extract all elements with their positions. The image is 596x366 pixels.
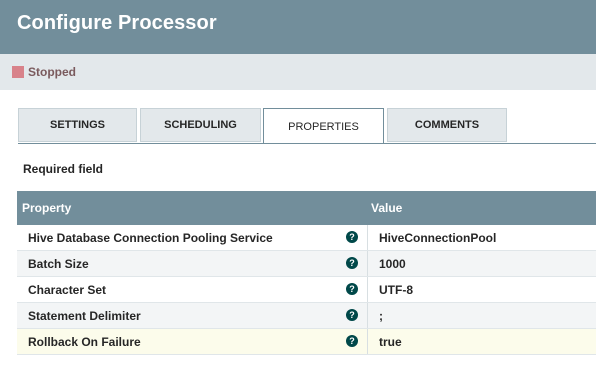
property-name: Rollback On Failure xyxy=(28,335,141,349)
column-divider xyxy=(367,225,368,250)
table-row[interactable]: Rollback On Failure ? true xyxy=(17,329,596,355)
required-field-label: Required field xyxy=(23,162,104,176)
column-divider xyxy=(367,303,368,328)
tab-settings[interactable]: SETTINGS xyxy=(18,108,137,142)
tab-comments[interactable]: COMMENTS xyxy=(387,108,507,142)
property-value[interactable]: ; xyxy=(379,309,383,323)
stopped-icon xyxy=(12,66,24,78)
property-name: Hive Database Connection Pooling Service xyxy=(28,231,273,245)
column-divider xyxy=(367,251,368,276)
table-row[interactable]: Batch Size ? 1000 xyxy=(17,251,596,277)
property-name: Character Set xyxy=(28,283,107,297)
help-icon[interactable]: ? xyxy=(346,335,358,347)
property-name: Statement Delimiter xyxy=(28,309,141,323)
help-icon[interactable]: ? xyxy=(346,283,358,295)
property-value[interactable]: HiveConnectionPool xyxy=(379,231,496,245)
column-header-value[interactable]: Value xyxy=(371,201,402,215)
help-icon[interactable]: ? xyxy=(346,309,358,321)
property-value[interactable]: true xyxy=(379,335,402,349)
properties-table: Property Value Hive Database Connection … xyxy=(17,191,596,355)
tab-scheduling[interactable]: SCHEDULING xyxy=(140,108,261,142)
table-row[interactable]: Hive Database Connection Pooling Service… xyxy=(17,225,596,251)
help-icon[interactable]: ? xyxy=(346,257,358,269)
status-label: Stopped xyxy=(28,65,76,79)
table-row[interactable]: Character Set ? UTF-8 xyxy=(17,277,596,303)
property-name: Batch Size xyxy=(28,257,89,271)
property-value[interactable]: UTF-8 xyxy=(379,283,413,297)
table-header: Property Value xyxy=(17,191,596,225)
dialog-header: Configure Processor xyxy=(0,0,596,54)
table-row[interactable]: Statement Delimiter ? ; xyxy=(17,303,596,329)
property-value[interactable]: 1000 xyxy=(379,257,406,271)
column-divider xyxy=(367,277,368,302)
column-header-property[interactable]: Property xyxy=(22,201,71,215)
status-bar: Stopped xyxy=(0,54,596,90)
tab-properties[interactable]: PROPERTIES xyxy=(263,108,384,144)
tab-underline xyxy=(18,143,596,144)
help-icon[interactable]: ? xyxy=(346,231,358,243)
column-divider xyxy=(367,329,368,354)
dialog-title: Configure Processor xyxy=(17,12,217,34)
tab-bar: SETTINGS SCHEDULING PROPERTIES COMMENTS xyxy=(0,108,596,144)
